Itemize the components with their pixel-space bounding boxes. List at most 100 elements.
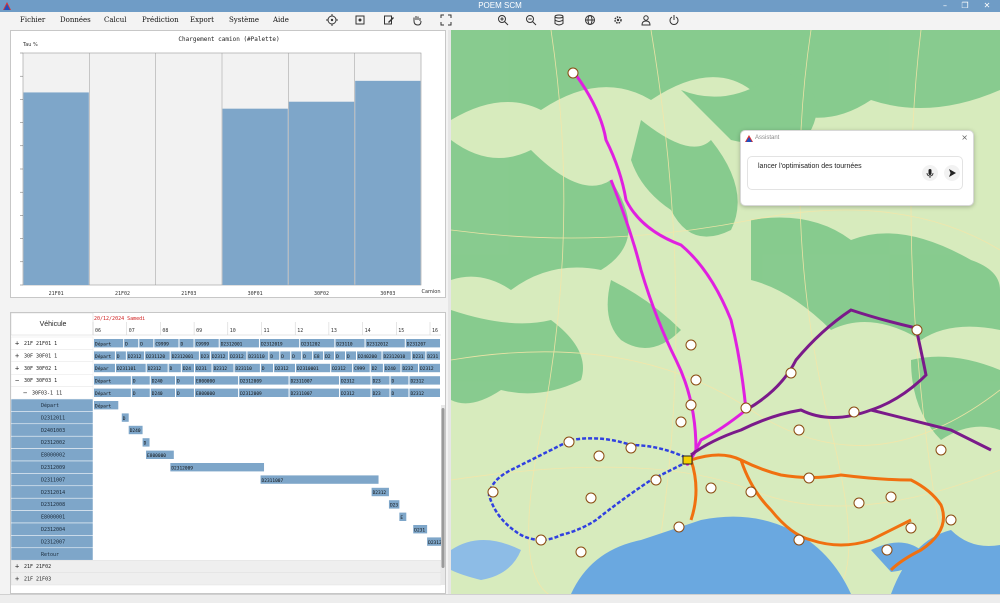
menu-bar: Fichier Données Calcul Prédiction Export…	[0, 12, 1000, 28]
gantt-stop-bar-label: D	[144, 441, 147, 447]
globe-icon[interactable]	[584, 14, 596, 26]
gantt-task-label: D2	[325, 354, 331, 360]
menu-export[interactable]: Export	[190, 12, 214, 28]
expand-icon[interactable]: +	[15, 364, 19, 372]
gantt-task-label: D2311007	[291, 391, 313, 397]
chart-x-tick-label: 30F03	[380, 291, 395, 297]
gantt-scrollbar-thumb[interactable]	[441, 408, 445, 568]
settings-icon[interactable]	[612, 14, 624, 26]
gantt-stop-label: D2312009	[41, 465, 65, 471]
gantt-task-label: D	[177, 379, 180, 385]
status-bar	[0, 594, 1000, 603]
gantt-stop-label: D2312008	[41, 502, 65, 508]
gantt-stop-label: D2312004	[41, 527, 65, 533]
gantt-task-label: D2312019	[261, 341, 283, 347]
gantt-task-label: D2312	[341, 391, 355, 397]
menu-fichier[interactable]: Fichier	[20, 12, 45, 28]
gantt-stop-bar-label: E	[400, 515, 403, 521]
gantt-task-label: D231	[196, 366, 207, 372]
menu-calcul[interactable]: Calcul	[104, 12, 126, 28]
gantt-task-label: D	[336, 354, 339, 360]
gantt-hour-label: 14	[365, 328, 371, 334]
gantt-stop-bar-label: Départ	[95, 402, 112, 409]
truck-load-chart: Chargement camion (#Palette) Tau % Camio…	[20, 36, 441, 297]
gantt-vehicle-label: 30F 30F03 1	[24, 378, 57, 384]
gantt-hour-label: 16	[432, 328, 438, 334]
gantt-hour-label: 08	[162, 328, 168, 334]
menu-prediction[interactable]: Prédiction	[142, 12, 179, 28]
minimize-icon[interactable]: –	[934, 0, 956, 12]
chart-bar-30F02[interactable]	[288, 101, 355, 285]
gantt-task-label: Dépar	[95, 365, 109, 372]
gantt-task-label: D	[270, 354, 273, 360]
gantt-task-label: Départ	[95, 353, 112, 360]
gantt-stop-bar-label: D2312	[373, 490, 387, 496]
map-canvas[interactable]	[451, 30, 1000, 594]
send-icon[interactable]	[944, 165, 960, 181]
gantt-task-label: D2312001	[172, 354, 194, 360]
expand-icon[interactable]	[440, 14, 452, 26]
gantt-hour-label: 11	[264, 328, 270, 334]
gantt-task-label: D231101	[117, 366, 136, 372]
collapse-icon[interactable]: −	[23, 389, 27, 397]
menu-aide[interactable]: Aide	[273, 12, 289, 28]
gantt-task-label: D	[392, 379, 395, 385]
gantt-task-label: D2312001	[221, 341, 243, 347]
expand-icon[interactable]: +	[15, 563, 19, 571]
edit-icon[interactable]	[383, 14, 395, 26]
gantt-vehicle-label: 30F 30F02 1	[24, 366, 57, 372]
gantt-task-label: C999	[354, 366, 365, 372]
gantt-stop-bar-label: D23	[390, 503, 398, 509]
expand-icon[interactable]: +	[15, 352, 19, 360]
expand-icon[interactable]: +	[15, 575, 19, 583]
microphone-icon[interactable]	[922, 165, 938, 181]
gantt-collapsed-row[interactable]	[10, 572, 442, 586]
gantt-stop-label: E8000002	[41, 453, 65, 459]
zoom-out-icon[interactable]	[525, 14, 537, 26]
gantt-stop-bar-label: D2312	[428, 540, 442, 546]
chart-bar-21F01[interactable]	[23, 92, 89, 285]
gantt-stop-bar-label: D240	[130, 428, 141, 434]
gantt-collapsed-row[interactable]	[10, 559, 442, 573]
truck-load-chart-panel: Chargement camion (#Palette) Tau % Camio…	[10, 30, 446, 298]
gantt-task-label: D231	[413, 354, 424, 360]
close-icon[interactable]: ×	[961, 133, 968, 142]
gantt-task-label: D	[281, 354, 284, 360]
zoom-in-icon[interactable]	[497, 14, 509, 26]
fit-screen-icon[interactable]	[354, 14, 366, 26]
maximize-icon[interactable]: ❐	[954, 0, 976, 12]
gantt-task-label: D2312	[275, 366, 289, 372]
database-icon[interactable]	[553, 14, 565, 26]
hand-pan-icon[interactable]	[411, 14, 423, 26]
gantt-task-label: D231207	[407, 341, 426, 347]
gantt-task-label: D23110	[236, 366, 253, 372]
chart-x-tick-label: 21F02	[115, 291, 130, 297]
gantt-task-label: D	[392, 391, 395, 397]
expand-icon[interactable]: +	[15, 340, 19, 348]
depot-icon[interactable]	[682, 455, 693, 465]
menu-systeme[interactable]: Système	[229, 12, 259, 28]
gantt-task-label: D23110	[248, 354, 265, 360]
assistant-message[interactable]: lancer l'optimisation des tournées	[758, 163, 862, 170]
gantt-stop-label: D2312011	[41, 415, 65, 421]
gantt-task-label: D	[125, 341, 128, 347]
chart-bar-30F01[interactable]	[222, 108, 288, 286]
assistant-input-box[interactable]: lancer l'optimisation des tournées	[747, 156, 963, 190]
gantt-task-label: D2312	[214, 366, 228, 372]
power-icon[interactable]	[668, 14, 680, 26]
chart-x-tick-label: 30F01	[248, 291, 263, 297]
gantt-vehicle-label: 21F 21F01 1	[24, 341, 57, 347]
target-icon[interactable]	[326, 14, 338, 26]
gantt-task-label: D	[170, 366, 173, 372]
collapse-icon[interactable]: −	[15, 377, 19, 385]
assistant-title: Assistant	[755, 135, 780, 141]
close-icon[interactable]: ✕	[976, 0, 998, 12]
gantt-task-label: D2312009	[240, 391, 262, 397]
chart-bar-30F03[interactable]	[355, 80, 421, 285]
route-map[interactable]: Assistant × lancer l'optimisation des to…	[451, 30, 1000, 594]
menu-donnees[interactable]: Données	[60, 12, 91, 28]
gantt-task-label: D240	[152, 379, 163, 385]
gantt-task-label: D2312	[420, 366, 434, 372]
user-icon[interactable]	[640, 14, 652, 26]
gantt-task-label: D	[303, 354, 306, 360]
